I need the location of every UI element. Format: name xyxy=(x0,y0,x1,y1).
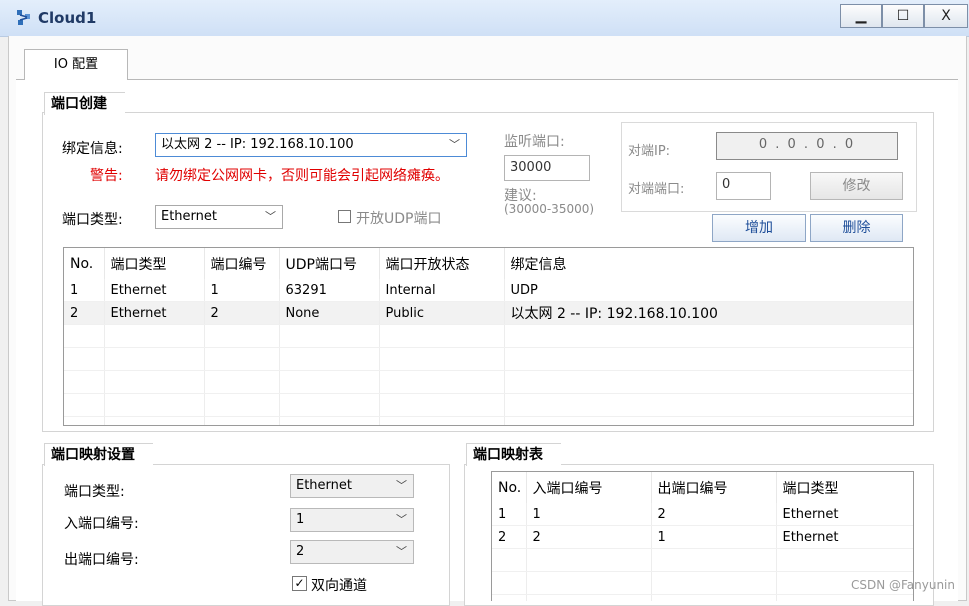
chevron-down-icon: ﹀ xyxy=(396,479,407,492)
col-out-port: 出端口编号 xyxy=(651,472,777,503)
warning-label: 警告: xyxy=(90,168,123,184)
cell: 1 xyxy=(204,279,280,302)
suggest-range: (30000-35000) xyxy=(504,202,595,216)
col-port-type: 端口类型 xyxy=(776,472,913,503)
cell: Ethernet xyxy=(776,525,913,549)
out-port-label: 出端口编号: xyxy=(64,552,139,568)
cell: 以太网 2 -- IP: 192.168.10.100 xyxy=(504,301,913,325)
cell: 2 xyxy=(651,503,777,526)
cell: 1 xyxy=(64,279,105,302)
peer-ip-input[interactable]: 0 . 0 . 0 . 0 xyxy=(716,132,898,160)
cell: 63291 xyxy=(279,279,380,302)
col-open-state: 端口开放状态 xyxy=(379,248,505,279)
col-udp-port: UDP端口号 xyxy=(279,248,380,279)
chevron-down-icon: ﹀ xyxy=(449,138,460,151)
cell: 2 xyxy=(204,301,280,325)
in-port-value: 1 xyxy=(296,512,305,527)
peer-port-label: 对端端口: xyxy=(628,182,685,197)
mapping-settings-title: 端口映射设置 xyxy=(44,443,153,466)
peer-ip-label: 对端IP: xyxy=(628,144,671,159)
table-row[interactable]: 1 Ethernet 1 63291 Internal UDP xyxy=(64,279,913,302)
empty-row xyxy=(492,548,913,572)
mapping-table-title: 端口映射表 xyxy=(466,443,561,466)
port-type-value: Ethernet xyxy=(161,209,217,224)
cell: Internal xyxy=(379,279,505,302)
col-port-number: 端口编号 xyxy=(204,248,280,279)
cell: Public xyxy=(379,301,505,325)
empty-row xyxy=(64,347,913,371)
maximize-button[interactable]: ☐ xyxy=(882,4,924,28)
cell: 1 xyxy=(651,525,777,549)
close-button[interactable]: X xyxy=(924,4,968,28)
in-port-label: 入端口编号: xyxy=(64,516,139,532)
empty-row xyxy=(492,571,913,595)
mapping-table-header: No. 入端口编号 出端口编号 端口类型 xyxy=(492,472,913,503)
chevron-down-icon: ﹀ xyxy=(265,210,276,223)
cell: Ethernet xyxy=(104,279,205,302)
bind-info-label: 绑定信息: xyxy=(62,141,123,157)
empty-row xyxy=(492,594,913,601)
listen-port-input[interactable]: 30000 xyxy=(504,155,590,181)
empty-row xyxy=(64,393,913,417)
peer-port-input[interactable]: 0 xyxy=(716,172,771,200)
map-type-label: 端口类型: xyxy=(64,484,125,500)
watermark: CSDN @Fanyunin xyxy=(850,578,955,592)
col-port-type: 端口类型 xyxy=(104,248,205,279)
bind-info-select[interactable]: 以太网 2 -- IP: 192.168.10.100 ﹀ xyxy=(155,133,467,157)
cell: UDP xyxy=(504,279,913,302)
table-row[interactable]: 1 1 2 Ethernet xyxy=(492,503,913,526)
col-no: No. xyxy=(492,472,527,503)
bind-info-value: 以太网 2 -- IP: 192.168.10.100 xyxy=(161,137,354,152)
out-port-select[interactable]: 2 ﹀ xyxy=(290,540,414,564)
cell: 2 xyxy=(492,525,527,549)
title-bar xyxy=(0,0,969,37)
port-create-title: 端口创建 xyxy=(44,92,125,115)
cell: 2 xyxy=(64,301,105,325)
table-row[interactable]: 2 Ethernet 2 None Public 以太网 2 -- IP: 19… xyxy=(64,301,913,325)
minimize-button[interactable]: ▁ xyxy=(840,4,882,28)
empty-row xyxy=(64,370,913,394)
chevron-down-icon: ﹀ xyxy=(396,513,407,526)
empty-row xyxy=(64,324,913,348)
in-port-select[interactable]: 1 ﹀ xyxy=(290,508,414,532)
cloud-app-icon xyxy=(14,8,34,28)
udp-port-label: 开放UDP端口 xyxy=(356,211,442,227)
col-no: No. xyxy=(64,248,105,279)
window-title: Cloud1 xyxy=(38,9,97,27)
cell: 2 xyxy=(526,525,652,549)
port-type-label: 端口类型: xyxy=(62,212,123,228)
cell: Ethernet xyxy=(104,301,205,325)
modify-button[interactable]: 修改 xyxy=(810,172,903,200)
table-row[interactable]: 2 2 1 Ethernet xyxy=(492,525,913,549)
bidirectional-label: 双向通道 xyxy=(311,578,367,594)
empty-row xyxy=(64,416,913,425)
port-type-select[interactable]: Ethernet ﹀ xyxy=(155,205,283,229)
chevron-down-icon: ﹀ xyxy=(396,545,407,558)
warning-text: 请勿绑定公网网卡，否则可能会引起网络瘫痪。 xyxy=(155,168,449,184)
map-type-select[interactable]: Ethernet ﹀ xyxy=(290,474,414,498)
cell: None xyxy=(279,301,380,325)
out-port-value: 2 xyxy=(296,544,305,559)
port-table-header: No. 端口类型 端口编号 UDP端口号 端口开放状态 绑定信息 xyxy=(64,248,913,279)
cell: 1 xyxy=(492,503,527,526)
listen-port-label: 监听端口: xyxy=(504,134,565,150)
add-button[interactable]: 增加 xyxy=(712,214,806,242)
cell: 1 xyxy=(526,503,652,526)
map-type-value: Ethernet xyxy=(296,478,352,493)
udp-port-checkbox[interactable] xyxy=(338,210,351,223)
tab-io-config[interactable]: IO 配置 xyxy=(24,49,128,80)
delete-button[interactable]: 删除 xyxy=(810,214,903,242)
col-in-port: 入端口编号 xyxy=(526,472,652,503)
cell: Ethernet xyxy=(776,503,913,526)
col-bind-info: 绑定信息 xyxy=(504,248,913,279)
port-table: No. 端口类型 端口编号 UDP端口号 端口开放状态 绑定信息 1 Ether… xyxy=(63,247,914,426)
bidirectional-checkbox[interactable]: ✓ xyxy=(292,576,307,591)
